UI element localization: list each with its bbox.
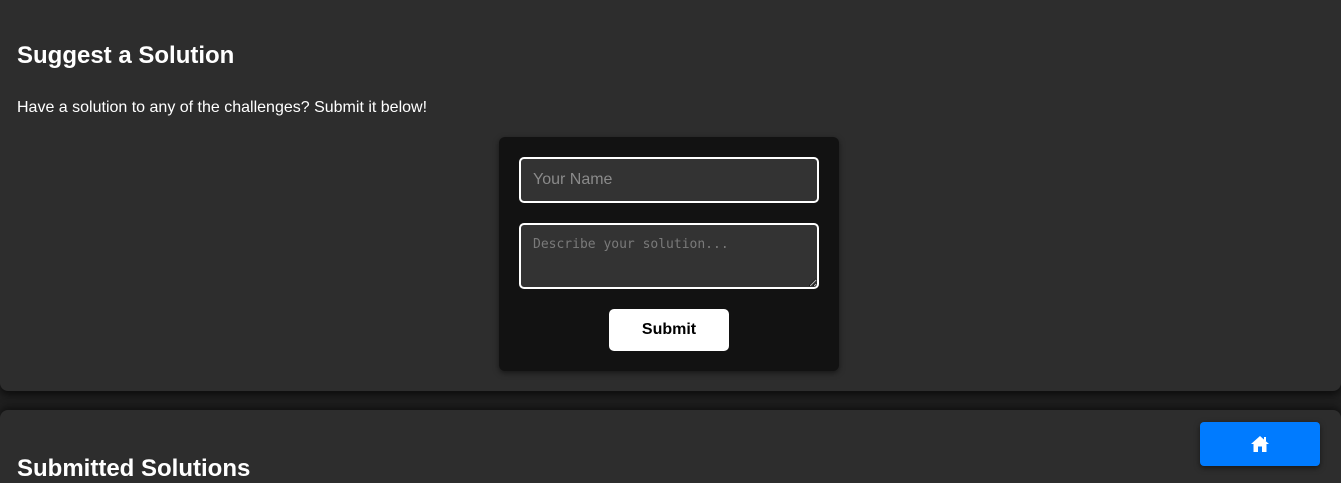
suggest-solution-intro: Have a solution to any of the challenges… [17,99,428,116]
suggest-solution-section: Suggest a Solution Have a solution to an… [0,0,1341,391]
submitted-solutions-heading: Submitted Solutions [17,455,251,482]
solution-textarea[interactable] [519,223,819,289]
submitted-solutions-section: Submitted Solutions [0,410,1341,483]
suggest-solution-heading: Suggest a Solution [17,42,235,69]
submit-button[interactable]: Submit [609,309,729,351]
home-icon [1251,436,1269,452]
solution-form: Submit [499,137,839,371]
page: Suggest a Solution Have a solution to an… [0,0,1341,483]
name-input[interactable] [519,157,819,203]
home-button[interactable] [1200,422,1320,466]
